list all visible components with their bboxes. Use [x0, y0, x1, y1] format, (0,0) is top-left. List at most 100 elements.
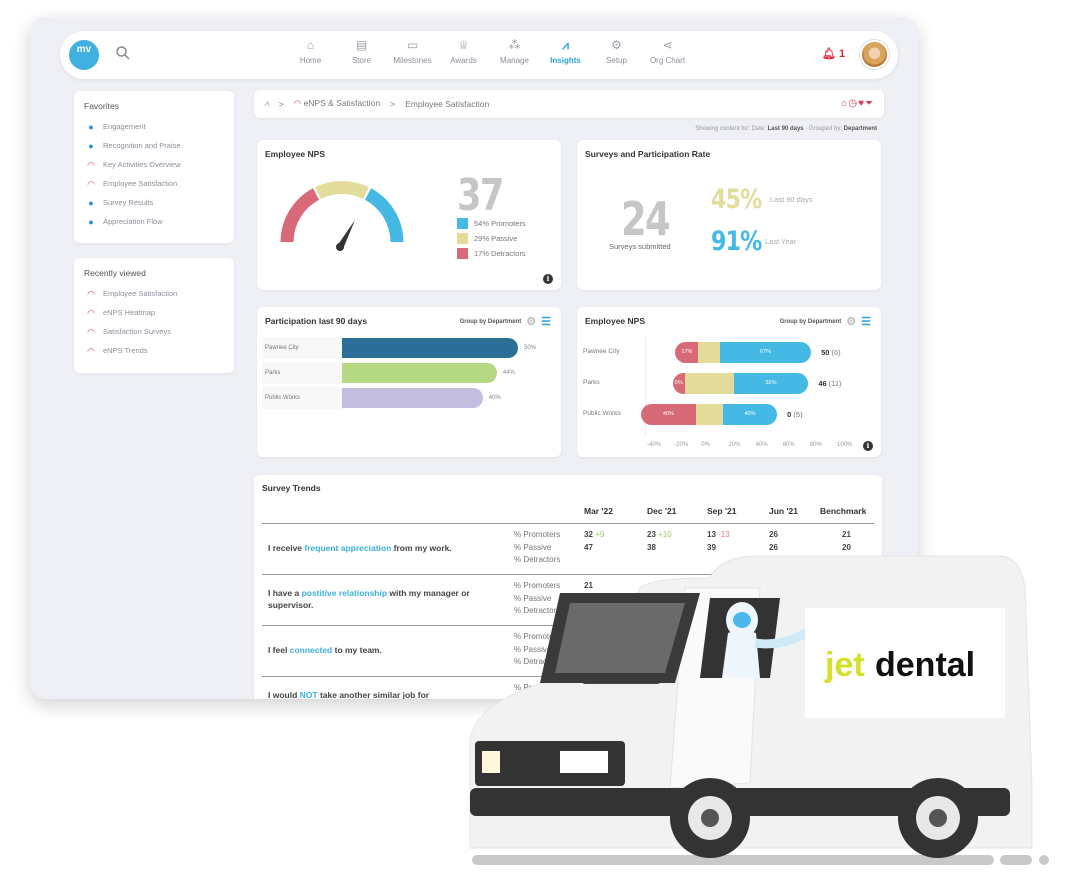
detractors-segment: 9%: [672, 373, 685, 394]
legend-item: 17% Detractors: [457, 246, 526, 261]
favorite-item[interactable]: ◠ Employee Satisfaction: [86, 174, 181, 193]
recent-item[interactable]: ◠ eNPS Trends: [86, 341, 177, 360]
filter-date: Last 90 days: [767, 126, 804, 132]
breadcrumb-current-page: Employee Satisfaction: [405, 98, 490, 109]
clock-icon[interactable]: ◷: [848, 98, 858, 109]
app-logo[interactable]: mv: [69, 40, 99, 70]
notifications-button[interactable]: 🔔︎ 1: [822, 47, 845, 60]
participation-bar: [342, 388, 483, 408]
share-icon: ⋖: [662, 38, 673, 52]
brand-jet: jet: [824, 646, 865, 684]
nps-gauge: [280, 181, 404, 251]
gear-icon: ⚙: [611, 38, 622, 52]
nav-awards[interactable]: ♕ Awards: [438, 37, 489, 65]
favorite-item[interactable]: ● Appreciation Flow: [86, 212, 181, 231]
recent-title: Recently viewed: [84, 268, 146, 278]
question-highlight: connected: [289, 645, 333, 655]
favorite-item[interactable]: ● Survey Results: [86, 193, 181, 212]
axis-tick-label: 100%: [837, 442, 853, 448]
bar-label: Parks: [262, 362, 342, 384]
nps-stacked-bar: 40% 40%: [641, 404, 778, 425]
favorite-item[interactable]: ◠ Key Activities Overview: [86, 155, 181, 174]
score-value: 46: [818, 379, 827, 388]
nps-by-department-card: Employee NPS Group by Department ⚙ ☰ Pawne…: [577, 307, 881, 457]
nav-label: Milestones: [393, 56, 432, 65]
filter-icon[interactable]: ⏷: [865, 98, 874, 109]
user-icon: ●: [88, 140, 94, 151]
nav-home[interactable]: ⌂ Home: [285, 37, 336, 65]
promoters-value: 32 +9: [584, 530, 605, 539]
detractors-segment: 40%: [641, 404, 696, 425]
participation-bar: [342, 363, 497, 383]
group-by-control[interactable]: Group by Department ⚙ ☰: [780, 315, 871, 328]
passive-segment: [684, 373, 734, 394]
breadcrumb-section[interactable]: ◠ eNPS & Satisfaction: [294, 98, 380, 109]
participation-row: Pawnee City 50%: [262, 337, 536, 359]
insights-icon: ⩘: [562, 38, 569, 52]
column-header: Jun '21: [769, 506, 798, 516]
promoters-segment: 40%: [722, 404, 778, 425]
department-score: 50 (6): [821, 348, 841, 357]
nav-insights[interactable]: ⩘ Insights: [540, 37, 591, 65]
department-label: Public Works: [583, 410, 621, 417]
department-score: 46 (11): [818, 379, 842, 388]
passive-segment: [695, 404, 723, 425]
group-by-label: Group by Department: [779, 318, 842, 325]
department-label: Pawnee City: [583, 348, 620, 355]
recent-item[interactable]: ◠ Satisfaction Surveys: [86, 322, 177, 341]
question-highlight: frequent appreciation: [304, 543, 392, 553]
top-navigation-bar: mv ⌂ Home ▤ Store ▭ Milestones ♕ Awards ⁂ Manage ⩘…: [60, 31, 898, 79]
trophy-icon: ♕: [458, 38, 469, 52]
legend-label: 54% Promoters: [474, 219, 526, 228]
gauge-passive-arc: [315, 181, 369, 199]
nav-setup[interactable]: ⚙ Setup: [591, 37, 642, 65]
promoters-segment: 67%: [720, 342, 812, 363]
gauge-promoters-arc: [364, 188, 404, 243]
nps-stacked-bar: 17% 67%: [675, 342, 812, 363]
nav-label: Home: [299, 56, 322, 65]
rate-last-year-label: Last Year: [765, 237, 797, 246]
heart-icon[interactable]: ♥: [858, 98, 865, 109]
filter-info: Showing content for: Date: Last 90 days …: [695, 126, 877, 132]
breadcrumb-separator: >: [278, 98, 284, 109]
favorite-item[interactable]: ● Engagement: [86, 117, 181, 136]
favorite-label: Engagement: [103, 122, 146, 131]
nav-store[interactable]: ▤ Store: [336, 37, 387, 65]
bar-value: 40%: [488, 395, 501, 401]
column-header: Dec '21: [647, 506, 677, 516]
list-view-icon[interactable]: ☰: [861, 315, 871, 328]
gear-icon[interactable]: ⚙: [526, 315, 536, 328]
nps-score: 37: [457, 170, 504, 221]
change-indicator: +10: [658, 530, 672, 539]
nav-milestones[interactable]: ▭ Milestones: [387, 37, 438, 65]
filter-group-prefix: · Grouped by:: [805, 126, 842, 132]
gear-icon[interactable]: ⚙: [846, 315, 856, 328]
bar-label: Public Works: [262, 387, 342, 409]
user-avatar[interactable]: [860, 40, 889, 69]
recent-label: Satisfaction Surveys: [103, 327, 171, 336]
surveys-participation-card: Surveys and Participation Rate 24 Survey…: [577, 140, 881, 290]
group-by-control[interactable]: Group by Department ⚙ ☰: [460, 315, 551, 328]
favorite-label: Recognition and Praise: [103, 141, 181, 150]
recent-label: Employee Satisfaction: [103, 289, 178, 298]
info-icon[interactable]: i: [863, 441, 873, 451]
participation-rate-90-days: 45%: [711, 184, 762, 215]
nav-manage[interactable]: ⁂ Manage: [489, 37, 540, 65]
recent-item[interactable]: ◠ Employee Satisfaction: [86, 284, 177, 303]
search-icon[interactable]: [115, 45, 131, 61]
list-view-icon[interactable]: ☰: [541, 315, 551, 328]
store-icon: ▤: [355, 38, 368, 52]
favorite-label: Employee Satisfaction: [103, 179, 178, 188]
recent-item[interactable]: ◠ eNPS Heatmap: [86, 303, 177, 322]
info-icon[interactable]: i: [543, 274, 553, 284]
nav-label: Store: [351, 56, 372, 65]
nav-org-chart[interactable]: ⋖ Org Chart: [642, 37, 693, 65]
favorite-item[interactable]: ● Recognition and Praise: [86, 136, 181, 155]
axis-tick-label: 80%: [809, 442, 822, 448]
insights-icon[interactable]: ⩘: [264, 98, 269, 109]
score-value: 0: [787, 410, 792, 419]
column-header: Mar '22: [584, 506, 613, 516]
gauge-detractors-arc: [280, 188, 320, 243]
axis-tick-label: -40%: [647, 442, 662, 448]
recent-label: eNPS Trends: [103, 346, 148, 355]
